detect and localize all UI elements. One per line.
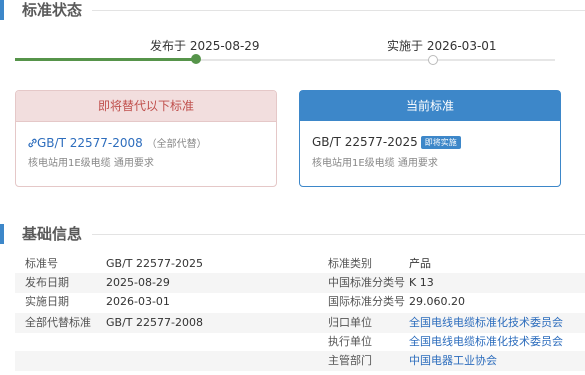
replacement-note: （全部代替） [146, 139, 207, 150]
replaced-standard-link[interactable]: GB/T 22577-2008 [28, 136, 147, 150]
info-value: GB/T 22577-2008 [106, 316, 203, 329]
info-label: 归口单位 [328, 316, 372, 329]
info-label: 执行单位 [328, 335, 372, 348]
effective-date-label: 实施于 2026-03-01 [387, 39, 497, 53]
table-row: 实施日期 2026-03-01 国际标准分类号 29.060.20 [15, 292, 585, 312]
section-accent-bar [0, 0, 4, 20]
current-standard-description: 核电站用1E级电缆 通用要求 [312, 158, 438, 169]
effective-milestone-dot [428, 55, 438, 65]
info-label: 标准类别 [328, 257, 372, 270]
info-label: 发布日期 [25, 276, 69, 289]
authority-link[interactable]: 中国电器工业协会 [409, 351, 497, 371]
replaced-standard-description: 核电站用1E级电缆 通用要求 [28, 158, 154, 169]
published-date-label: 发布于 2025-08-29 [150, 39, 260, 53]
basic-info-section-title: 基础信息 [22, 225, 83, 243]
committee-link[interactable]: 全国电线电缆标准化技术委员会 [409, 313, 563, 333]
table-row: 主管部门 中国电器工业协会 [15, 351, 585, 371]
info-label: 实施日期 [25, 295, 69, 308]
status-badge: 即将实施 [420, 136, 461, 149]
basic-info-section-header: 基础信息 [0, 224, 585, 246]
info-label: 主管部门 [328, 354, 372, 367]
info-label: 全部代替标准 [25, 316, 91, 329]
current-standard-line: GB/T 22577-2025 即将实施 [312, 135, 461, 149]
published-milestone-dot [191, 54, 201, 64]
info-label: 标准号 [25, 257, 58, 270]
current-standard-number: GB/T 22577-2025 [312, 135, 418, 149]
table-row: 标准号 GB/T 22577-2025 标准类别 产品 [15, 254, 585, 274]
replaced-card-header: 即将替代以下标准 [16, 91, 276, 122]
executing-unit-link[interactable]: 全国电线电缆标准化技术委员会 [409, 332, 563, 352]
table-row: 执行单位 全国电线电缆标准化技术委员会 [15, 332, 585, 352]
current-standard-card: 当前标准 GB/T 22577-2025 即将实施 核电站用1E级电缆 通用要求 [299, 90, 561, 187]
info-value: K 13 [409, 276, 434, 289]
timeline-progress [15, 58, 196, 61]
replaced-standard-line: GB/T 22577-2008 （全部代替） [28, 135, 207, 150]
info-label: 国际标准分类号 [328, 295, 405, 308]
status-section-title: 标准状态 [22, 1, 83, 19]
section-accent-bar [0, 224, 4, 244]
current-card-header: 当前标准 [300, 91, 560, 121]
section-divider [92, 234, 585, 235]
section-divider [92, 10, 585, 11]
table-row: 发布日期 2025-08-29 中国标准分类号 K 13 [15, 273, 585, 293]
status-section-header: 标准状态 [0, 0, 585, 22]
info-value: 产品 [409, 257, 431, 270]
link-icon [28, 138, 37, 148]
info-value: GB/T 22577-2025 [106, 257, 203, 270]
info-value: 2025-08-29 [106, 276, 170, 289]
replaced-standard-number: GB/T 22577-2008 [37, 136, 143, 150]
info-value: 2026-03-01 [106, 295, 170, 308]
info-value: 29.060.20 [409, 295, 465, 308]
info-label: 中国标准分类号 [328, 276, 405, 289]
replaced-standard-card: 即将替代以下标准 GB/T 22577-2008 （全部代替） 核电站用1E级电… [15, 90, 277, 187]
table-row: 全部代替标准 GB/T 22577-2008 归口单位 全国电线电缆标准化技术委… [15, 313, 585, 333]
